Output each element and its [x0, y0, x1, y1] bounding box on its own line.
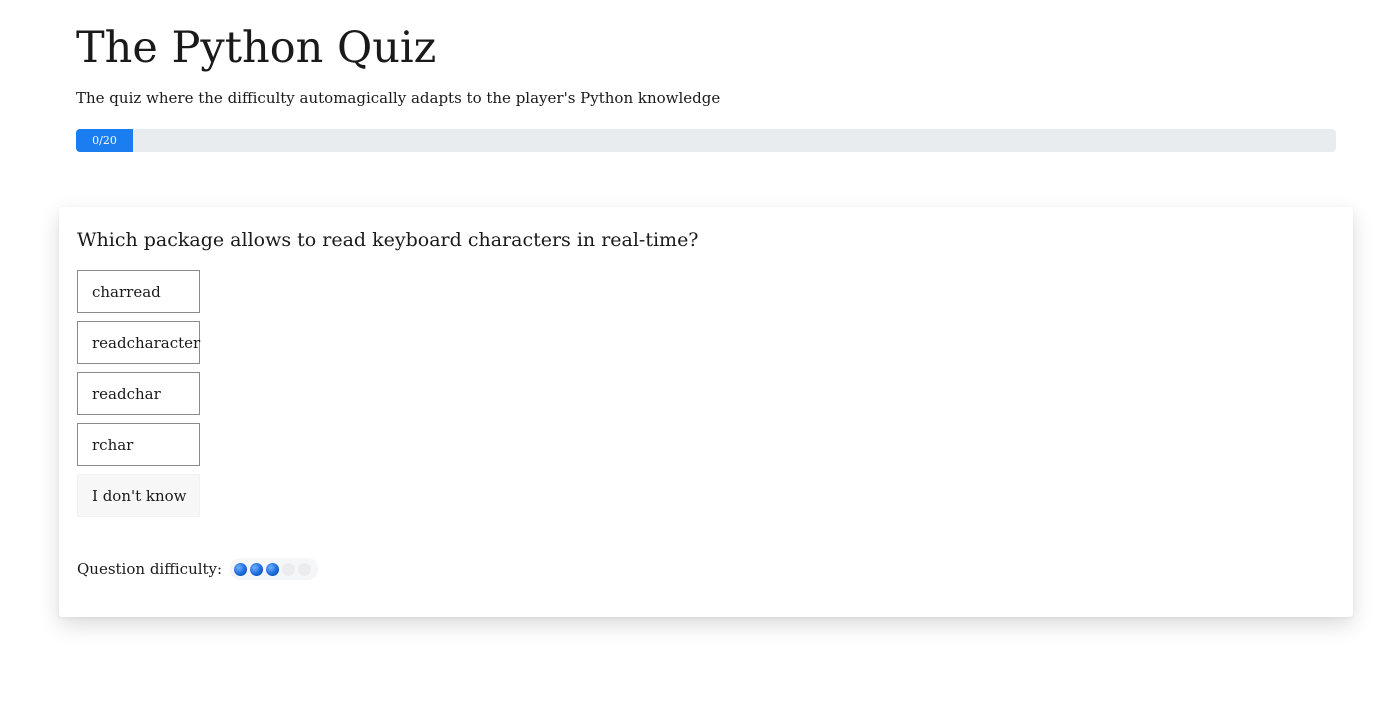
difficulty-dot-icon: [250, 562, 264, 576]
answer-option[interactable]: rchar: [77, 423, 200, 466]
question-text: Which package allows to read keyboard ch…: [77, 229, 699, 251]
quiz-page: The Python Quiz The quiz where the diffi…: [0, 0, 1400, 711]
answer-option[interactable]: charread: [77, 270, 200, 313]
difficulty-label: Question difficulty:: [77, 560, 223, 578]
dont-know-button[interactable]: I don't know: [77, 474, 200, 517]
difficulty-dots: [230, 558, 319, 580]
difficulty-indicator: Question difficulty:: [77, 558, 319, 580]
difficulty-dot-icon: [282, 562, 296, 576]
page-subtitle: The quiz where the difficulty automagica…: [76, 89, 721, 107]
page-title: The Python Quiz: [76, 23, 437, 73]
difficulty-dot-icon: [298, 562, 312, 576]
answer-option[interactable]: readcharacter: [77, 321, 200, 364]
progress-bar: 0/20: [76, 129, 1336, 152]
answer-options: charread readcharacter readchar rchar I …: [77, 270, 200, 525]
difficulty-dot-icon: [266, 562, 280, 576]
difficulty-dot-icon: [234, 562, 248, 576]
progress-label: 0/20: [92, 134, 117, 147]
question-card: Which package allows to read keyboard ch…: [59, 207, 1353, 617]
progress-fill: 0/20: [76, 129, 133, 152]
answer-option[interactable]: readchar: [77, 372, 200, 415]
